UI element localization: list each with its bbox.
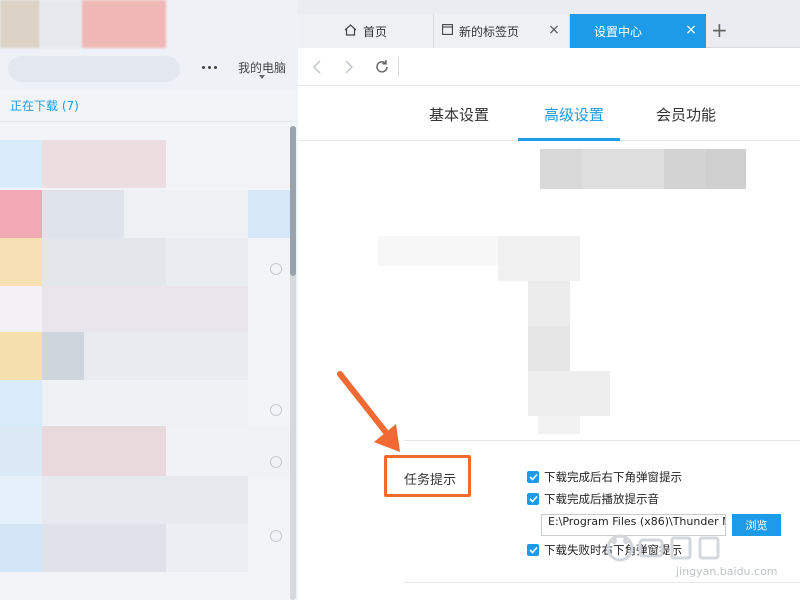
tab-settings[interactable]: 设置中心 ×	[570, 14, 706, 48]
close-icon[interactable]: ×	[547, 23, 561, 37]
list-item[interactable]	[42, 380, 248, 426]
list-item[interactable]	[42, 476, 248, 524]
list-item-icon	[0, 476, 42, 524]
tab-vip-features[interactable]: 会员功能	[656, 104, 716, 125]
my-computer-label[interactable]: 我的电脑	[238, 59, 286, 76]
scrollbar-thumb[interactable]	[290, 126, 296, 276]
refresh-icon[interactable]	[372, 57, 392, 77]
annotation-highlight-box	[384, 455, 471, 497]
tab-label: 设置中心	[594, 24, 643, 39]
checkbox-checked-icon[interactable]	[527, 493, 539, 505]
mosaic-block	[706, 149, 746, 189]
downloading-tab[interactable]: 正在下载 (7)	[10, 97, 79, 114]
list-item-icon	[0, 190, 42, 238]
list-item[interactable]	[42, 190, 124, 238]
list-item[interactable]	[42, 332, 84, 380]
list-item[interactable]	[42, 286, 248, 332]
baidu-watermark-logo	[606, 534, 720, 562]
checkbox-popup-on-complete[interactable]: 下载完成后右下角弹窗提示	[527, 469, 682, 485]
list-item	[166, 140, 290, 188]
list-item-icon	[0, 380, 42, 426]
list-item	[124, 190, 248, 238]
radio-icon[interactable]	[270, 456, 282, 468]
home-icon	[344, 23, 357, 39]
tab-label: 首页	[362, 24, 387, 39]
radio-icon[interactable]	[270, 263, 282, 275]
list-item	[166, 524, 248, 572]
blurred-block	[82, 0, 166, 48]
mosaic-block	[528, 371, 610, 416]
list-item	[166, 426, 290, 476]
checkbox-label: 下载完成后播放提示音	[544, 492, 659, 506]
new-tab-plus-icon[interactable]: +	[711, 20, 728, 40]
mosaic-block	[540, 149, 582, 189]
tab-new-page[interactable]: 新的标签页 ×	[434, 14, 570, 48]
list-item	[166, 238, 248, 286]
list-item-icon	[0, 238, 42, 286]
mosaic-block	[498, 236, 580, 281]
annotation-arrow-icon	[337, 371, 400, 452]
settings-tabs: 基本设置 高级设置 会员功能	[298, 86, 800, 141]
watermark-url: jingyan.baidu.com	[676, 565, 778, 578]
nav-bar	[298, 48, 800, 86]
radio-icon[interactable]	[270, 404, 282, 416]
checkbox-checked-icon[interactable]	[527, 471, 539, 483]
list-item	[248, 190, 290, 238]
blurred-avatar	[0, 0, 40, 48]
mosaic-block	[664, 149, 706, 189]
forward-arrow-icon[interactable]	[338, 57, 358, 77]
tab-label: 新的标签页	[459, 24, 520, 39]
checkbox-checked-icon[interactable]	[527, 544, 539, 556]
tab-home[interactable]: 首页	[298, 14, 434, 48]
checkbox-label: 下载完成后右下角弹窗提示	[544, 470, 682, 484]
download-panel: 我的电脑 正在下载 (7)	[0, 0, 298, 600]
radio-icon[interactable]	[270, 530, 282, 542]
list-item-icon	[0, 426, 42, 476]
divider	[0, 121, 298, 122]
back-arrow-icon[interactable]	[308, 57, 328, 77]
list-item-icon	[0, 140, 42, 188]
close-icon[interactable]: ×	[684, 23, 698, 37]
chevron-down-icon[interactable]	[259, 75, 265, 79]
list-item[interactable]	[42, 140, 166, 188]
mosaic-block	[378, 236, 498, 266]
tab-basic-settings[interactable]: 基本设置	[429, 104, 489, 125]
mosaic-block	[582, 149, 664, 189]
list-item[interactable]	[42, 426, 166, 476]
mosaic-block	[538, 416, 580, 434]
list-item-icon	[0, 332, 42, 380]
search-box[interactable]	[8, 56, 180, 82]
list-item[interactable]	[42, 524, 166, 572]
list-item-icon	[0, 286, 42, 332]
tab-bar: 首页 新的标签页 × 设置中心 × +	[298, 0, 800, 48]
page-icon	[442, 24, 453, 38]
mosaic-block	[528, 326, 570, 371]
list-item	[84, 332, 248, 380]
more-horizontal-icon[interactable]	[198, 58, 220, 76]
divider	[398, 57, 399, 77]
blurred-block	[40, 0, 82, 48]
checkbox-sound-on-complete[interactable]: 下载完成后播放提示音	[527, 491, 659, 507]
tab-advanced-settings[interactable]: 高级设置	[544, 104, 604, 125]
list-item[interactable]	[42, 238, 166, 286]
mosaic-block	[528, 281, 570, 326]
divider	[404, 440, 800, 441]
app-window: 我的电脑 正在下载 (7) 首页 新的标签页 × 设置中心 × + 基本设置 高…	[0, 0, 800, 600]
left-header: 我的电脑	[0, 0, 298, 90]
list-item-icon	[0, 524, 42, 572]
divider	[404, 582, 800, 583]
